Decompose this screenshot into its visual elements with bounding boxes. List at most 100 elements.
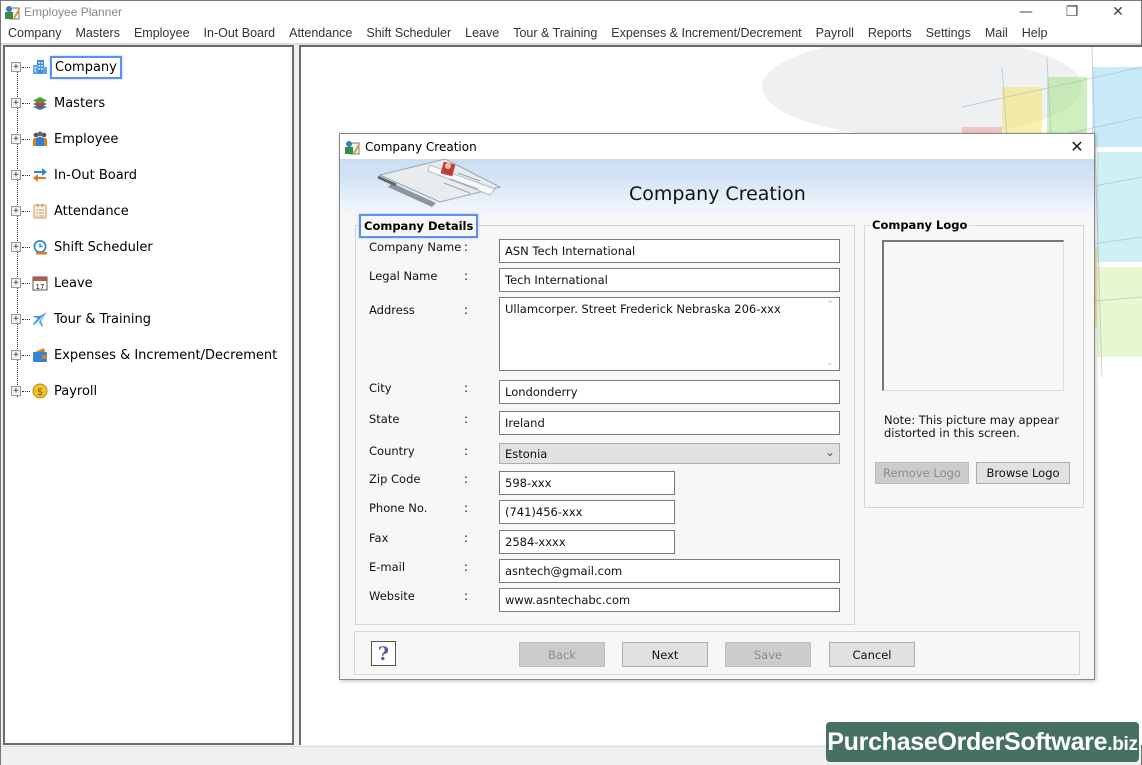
clipboard-icon (31, 202, 49, 220)
label-colon: : (464, 589, 469, 603)
watermark-main: PurchaseOrderSoftware (827, 727, 1108, 756)
cancel-button[interactable]: Cancel (829, 642, 915, 667)
label-colon: : (464, 303, 469, 317)
tree-item-shift-scheduler[interactable]: + Shift Scheduler (11, 234, 157, 260)
close-icon: ✕ (1070, 137, 1084, 156)
company-name-label: Company Name (369, 240, 462, 254)
close-icon: ✕ (1112, 4, 1124, 20)
coin-symbol-text: $ (37, 387, 43, 398)
tree-item-employee[interactable]: + Employee (11, 126, 122, 152)
remove-logo-button[interactable]: Remove Logo (875, 462, 969, 484)
country-label: Country (369, 444, 415, 458)
website-label: Website (369, 589, 415, 603)
app-logo-icon (5, 6, 20, 20)
zip-code-input[interactable]: 598-xxx (499, 471, 675, 495)
clock-icon (31, 238, 49, 256)
dialog-heading: Company Creation (629, 183, 806, 205)
expand-icon[interactable]: + (11, 314, 21, 324)
label-colon: : (464, 472, 469, 486)
dialog-close-button[interactable]: ✕ (1066, 136, 1088, 158)
app-title: Employee Planner (24, 5, 123, 19)
menu-mail[interactable]: Mail (978, 23, 1015, 43)
tree-item-label: Expenses & Increment/Decrement (54, 347, 278, 363)
company-creation-dialog: Company Creation ✕ Company Creation Comp… (339, 133, 1095, 680)
legal-name-input[interactable]: Tech International (499, 268, 840, 292)
fax-input[interactable]: 2584-xxxx (499, 530, 675, 554)
next-button[interactable]: Next (622, 642, 708, 667)
state-input[interactable]: Ireland (499, 411, 840, 435)
email-input[interactable]: asntech@gmail.com (499, 559, 840, 583)
legal-name-label: Legal Name (369, 269, 438, 283)
restore-button[interactable]: ❐ (1049, 1, 1095, 23)
city-input[interactable]: Londonderry (499, 380, 840, 404)
address-textarea[interactable]: Ullamcorper. Street Frederick Nebraska 2… (499, 297, 840, 371)
dialog-title: Company Creation (365, 140, 477, 154)
expand-icon[interactable]: + (11, 278, 21, 288)
tree-item-label: Shift Scheduler (54, 239, 153, 255)
menu-employee[interactable]: Employee (127, 23, 197, 43)
expand-icon[interactable]: + (11, 134, 21, 144)
menu-payroll[interactable]: Payroll (809, 23, 861, 43)
menu-settings[interactable]: Settings (919, 23, 978, 43)
tree-item-leave[interactable]: + 17 Leave (11, 270, 97, 296)
label-colon: : (464, 240, 469, 254)
phone-label: Phone No. (369, 501, 428, 515)
back-button[interactable]: Back (519, 642, 605, 667)
address-scrollbar[interactable]: ⌃ ⌄ (823, 300, 837, 368)
expand-icon[interactable]: + (11, 62, 21, 72)
menu-attendance[interactable]: Attendance (282, 23, 359, 43)
label-colon: : (464, 269, 469, 283)
email-label: E-mail (369, 560, 406, 574)
expand-icon[interactable]: + (11, 242, 21, 252)
zip-code-label: Zip Code (369, 472, 421, 486)
menu-in-out-board[interactable]: In-Out Board (197, 23, 283, 43)
tree-item-label: Leave (54, 275, 93, 291)
menu-reports[interactable]: Reports (861, 23, 919, 43)
menu-tour-training[interactable]: Tour & Training (506, 23, 604, 43)
menu-shift-scheduler[interactable]: Shift Scheduler (359, 23, 458, 43)
menu-masters[interactable]: Masters (69, 23, 127, 43)
phone-input[interactable]: (741)456-xxx (499, 500, 675, 524)
navigation-tree-panel: + Company + Masters + Employee + In-Out … (3, 45, 294, 745)
save-button[interactable]: Save (725, 642, 811, 667)
expand-icon[interactable]: + (11, 350, 21, 360)
minimize-button[interactable]: — (1003, 1, 1049, 23)
tree-item-payroll[interactable]: + $ Payroll (11, 378, 101, 404)
website-input[interactable]: www.asntechabc.com (499, 588, 840, 612)
expand-icon[interactable]: + (11, 206, 21, 216)
tree-item-attendance[interactable]: + Attendance (11, 198, 133, 224)
airplane-icon (31, 310, 49, 328)
menu-leave[interactable]: Leave (458, 23, 506, 43)
fax-label: Fax (369, 531, 389, 545)
state-label: State (369, 412, 400, 426)
scroll-up-icon[interactable]: ⌃ (823, 300, 837, 310)
expand-icon[interactable]: + (11, 386, 21, 396)
tree-item-label: Tour & Training (54, 311, 151, 327)
close-window-button[interactable]: ✕ (1095, 1, 1141, 23)
tree-item-in-out-board[interactable]: + In-Out Board (11, 162, 141, 188)
dialog-app-icon (345, 141, 360, 155)
country-select[interactable]: Estonia ⌄ (499, 443, 840, 464)
tree-item-tour-training[interactable]: + Tour & Training (11, 306, 155, 332)
expand-icon[interactable]: + (11, 170, 21, 180)
tree-item-company[interactable]: + Company (11, 54, 122, 80)
address-label: Address (369, 303, 415, 317)
tree-item-expenses[interactable]: + Expenses & Increment/Decrement (11, 342, 281, 368)
label-colon: : (464, 412, 469, 426)
menu-bar: Company Masters Employee In-Out Board At… (1, 23, 1141, 43)
people-icon (31, 130, 49, 148)
tree-item-label: Company (50, 55, 122, 79)
notebook-pen-icon (377, 158, 502, 207)
expand-icon[interactable]: + (11, 98, 21, 108)
wallet-icon (31, 346, 49, 364)
help-button[interactable]: ? (371, 641, 396, 666)
tree-item-masters[interactable]: + Masters (11, 90, 109, 116)
menu-expenses[interactable]: Expenses & Increment/Decrement (604, 23, 808, 43)
label-colon: : (464, 444, 469, 458)
company-name-input[interactable]: ASN Tech International (499, 239, 840, 263)
browse-logo-button[interactable]: Browse Logo (976, 462, 1070, 484)
menu-help[interactable]: Help (1015, 23, 1055, 43)
menu-company[interactable]: Company (1, 23, 69, 43)
scroll-down-icon[interactable]: ⌄ (823, 358, 837, 368)
title-bar: Employee Planner — ❐ ✕ (1, 1, 1141, 23)
